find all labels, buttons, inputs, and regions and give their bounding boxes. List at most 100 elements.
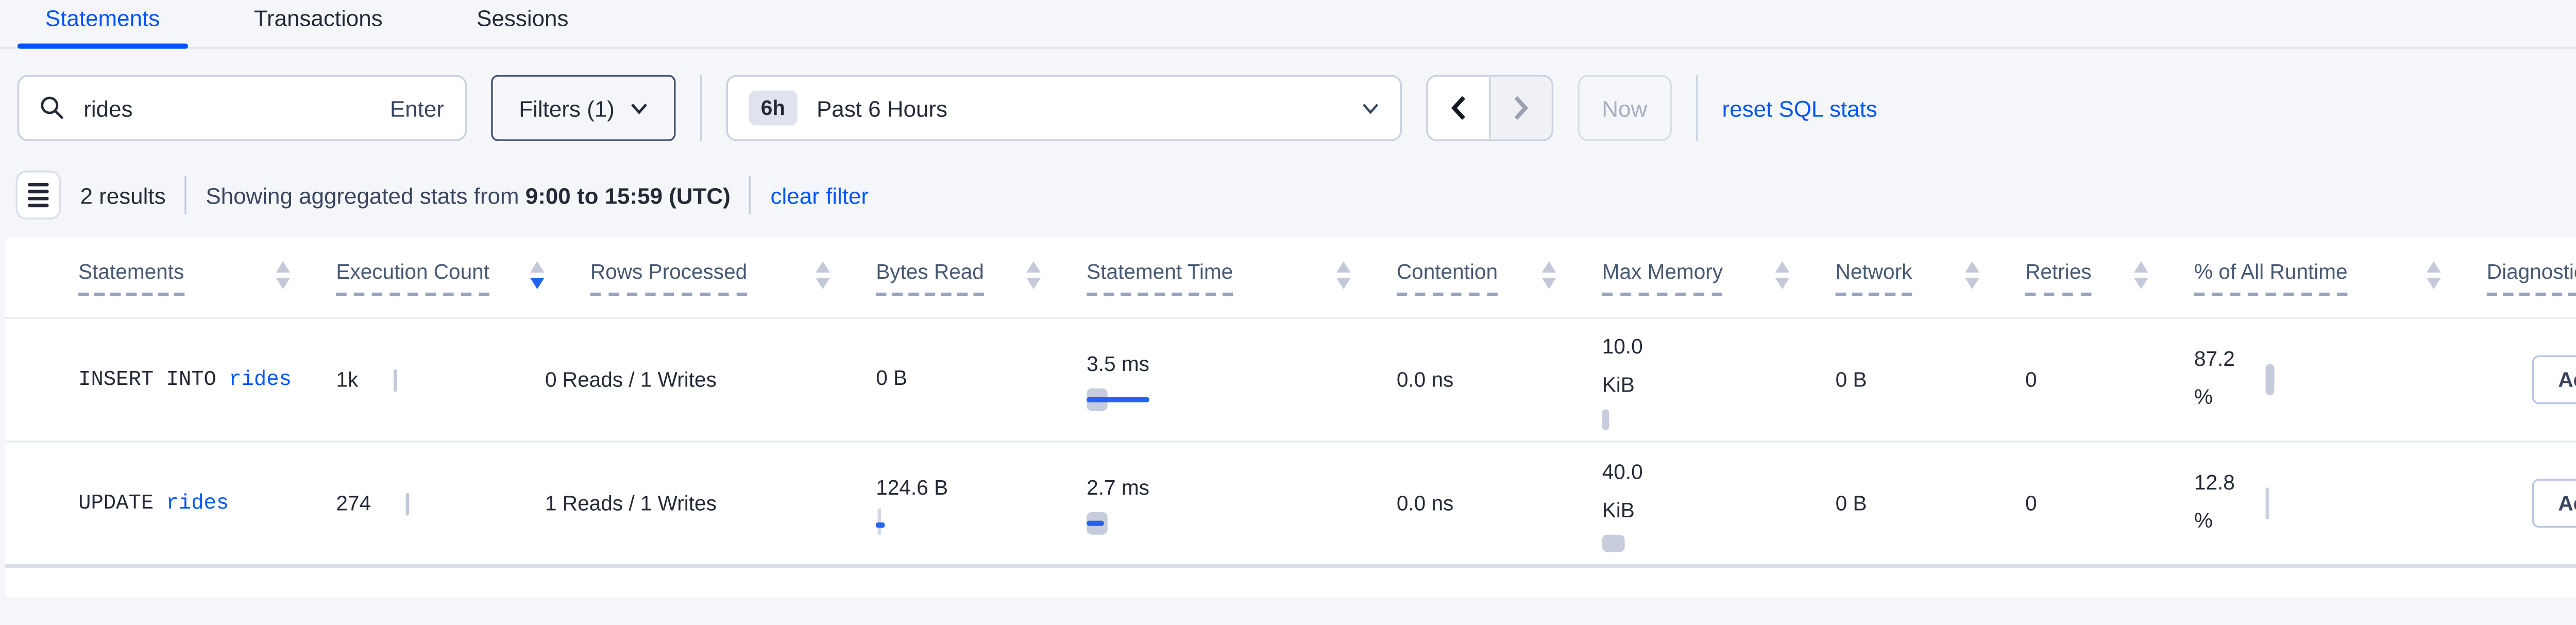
rows-processed-cell: 1 Reads / 1 Writes (545, 443, 876, 565)
column-selector-button[interactable] (15, 171, 61, 219)
toolbar: Enter Filters (1) 6h Past 6 Hours (18, 75, 2576, 141)
clear-filter-link[interactable]: clear filter (771, 182, 869, 208)
activate-diagnostics-button[interactable]: Activate (2532, 479, 2576, 528)
time-range-label: Past 6 Hours (817, 95, 947, 121)
column-label: Retries (2025, 259, 2091, 295)
now-button[interactable]: Now (1578, 75, 1672, 141)
column-label: Diagnostics (2487, 259, 2576, 295)
max-memory-bar (1602, 535, 1625, 552)
column-header-contention[interactable]: Contention (1397, 237, 1602, 317)
column-header-network[interactable]: Network (1836, 237, 2025, 317)
statement-time-cell: 2.7 ms (1087, 443, 1397, 565)
column-header-retries[interactable]: Retries (2025, 237, 2194, 317)
column-label: Network (1836, 259, 1912, 295)
results-divider (750, 176, 751, 214)
pct-runtime-bar (2266, 364, 2275, 395)
column-label: Statement Time (1087, 259, 1233, 295)
table-row: INSERT INTO rides 1k 0 Reads / 1 Writes … (5, 319, 2576, 443)
search-input[interactable] (80, 93, 374, 123)
statement-fingerprint-link[interactable]: INSERT INTO rides (78, 319, 336, 441)
tab-sessions[interactable]: Sessions (449, 0, 596, 47)
column-label: Contention (1397, 259, 1498, 295)
contention-value: 0.0 ns (1397, 491, 1454, 515)
column-label: Bytes Read (876, 259, 984, 295)
column-header-statements[interactable]: Statements (78, 237, 336, 317)
column-header-diagnostics[interactable]: Diagnostics (2487, 237, 2576, 317)
max-memory-value: 40.0 KiB (1602, 454, 1665, 530)
column-label: Rows Processed (590, 259, 747, 295)
retries-cell: 0 (2025, 319, 2194, 441)
next-time-button[interactable] (1490, 77, 1551, 140)
network-cell: 0 B (1836, 319, 2025, 441)
pct-runtime-bar (2266, 487, 2268, 519)
reset-sql-stats-link[interactable]: reset SQL stats (1722, 95, 1877, 121)
diagnostics-cell: Activate (2487, 319, 2576, 441)
aggregation-summary: Showing aggregated stats from 9:00 to 15… (206, 182, 730, 208)
results-count: 2 results (80, 182, 165, 208)
chevron-down-icon (1362, 102, 1379, 114)
time-range-badge: 6h (749, 91, 798, 126)
tab-bar: Statements Transactions Sessions (0, 0, 2576, 49)
column-header-rows-processed[interactable]: Rows Processed (590, 237, 876, 317)
time-range-dropdown[interactable]: 6h Past 6 Hours (726, 75, 1401, 141)
filters-button-label: Filters (1) (519, 95, 615, 121)
retries-value: 0 (2025, 491, 2037, 515)
max-memory-value: 10.0 KiB (1602, 329, 1665, 404)
max-memory-cell: 10.0 KiB (1602, 319, 1836, 441)
diagnostics-cell: Activate (2487, 443, 2576, 565)
column-header-max-memory[interactable]: Max Memory (1602, 237, 1836, 317)
toolbar-divider (1696, 75, 1698, 141)
statement-time-value: 2.7 ms (1087, 475, 1149, 499)
tab-transactions[interactable]: Transactions (226, 0, 411, 47)
execution-count-bar (393, 368, 397, 391)
sort-icon (1541, 260, 1556, 293)
sort-icon-descending-active (530, 260, 545, 293)
column-label: % of All Runtime (2194, 259, 2348, 295)
rows-processed-value: 0 Reads / 1 Writes (545, 367, 717, 392)
activate-diagnostics-button[interactable]: Activate (2532, 356, 2576, 404)
sql-keyword: INSERT INTO (78, 367, 216, 392)
table-row: UPDATE rides 274 1 Reads / 1 Writes 124.… (5, 443, 2576, 568)
max-memory-cell: 40.0 KiB (1602, 443, 1836, 565)
sql-table-name: rides (229, 367, 292, 392)
statement-fingerprint-link[interactable]: UPDATE rides (78, 443, 336, 565)
column-header-bytes-read[interactable]: Bytes Read (876, 237, 1087, 317)
contention-cell: 0.0 ns (1397, 319, 1602, 441)
chevron-right-icon (1513, 96, 1529, 120)
sort-icon (275, 260, 291, 293)
statement-time-cell: 3.5 ms (1087, 319, 1397, 441)
bytes-read-cell: 124.6 B (876, 443, 1087, 565)
pct-runtime-cell: 12.8 % (2194, 443, 2487, 565)
retries-value: 0 (2025, 367, 2037, 392)
bytes-read-value: 124.6 B (876, 470, 953, 508)
search-enter-hint: Enter (390, 95, 444, 121)
rows-processed-cell: 0 Reads / 1 Writes (545, 319, 876, 441)
contention-cell: 0.0 ns (1397, 443, 1602, 565)
tab-statements[interactable]: Statements (18, 0, 188, 47)
search-box[interactable]: Enter (18, 75, 467, 141)
column-header-statement-time[interactable]: Statement Time (1087, 237, 1397, 317)
table-header-row: Statements Execution Count Rows Processe… (5, 237, 2576, 319)
previous-time-button[interactable] (1428, 77, 1490, 140)
execution-count-value: 274 (336, 491, 371, 515)
results-bar: 2 results Showing aggregated stats from … (15, 171, 2576, 219)
pct-runtime-cell: 87.2 % (2194, 319, 2487, 441)
pct-runtime-value: 87.2 % (2194, 342, 2250, 417)
bytes-read-cell: 0 B (876, 319, 1087, 441)
contention-value: 0.0 ns (1397, 367, 1454, 392)
chevron-down-icon (630, 102, 648, 114)
sort-icon (2133, 260, 2149, 293)
chevron-left-icon (1450, 96, 1466, 120)
sql-table-name: rides (166, 491, 229, 515)
search-icon (40, 96, 64, 120)
filters-button[interactable]: Filters (1) (491, 75, 675, 141)
page: Statements Transactions Sessions Enter F… (0, 0, 2576, 625)
column-label: Statements (78, 259, 184, 295)
toolbar-divider (700, 75, 701, 141)
sort-icon (815, 260, 831, 293)
column-header-pct-runtime[interactable]: % of All Runtime (2194, 237, 2487, 317)
time-nav-group (1426, 75, 1553, 141)
aggregation-summary-prefix: Showing aggregated stats from (206, 182, 525, 208)
column-header-execution-count[interactable]: Execution Count (336, 237, 590, 317)
bytes-read-bar (876, 509, 890, 537)
